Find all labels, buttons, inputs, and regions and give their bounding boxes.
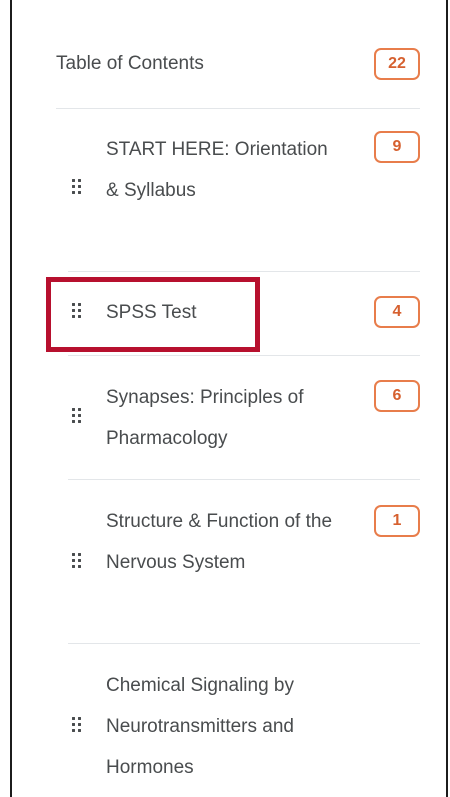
module-label[interactable]: Synapses: Principles of Pharmacology xyxy=(106,377,336,459)
toc-title[interactable]: Table of Contents xyxy=(56,52,204,76)
module-structure-function[interactable]: Structure & Function of the Nervous Syst… xyxy=(68,480,420,644)
module-synapses[interactable]: Synapses: Principles of Pharmacology 6 xyxy=(68,356,420,480)
highlight-annotation xyxy=(46,277,260,352)
module-label[interactable]: Structure & Function of the Nervous Syst… xyxy=(106,501,336,583)
module-count-badge: 6 xyxy=(374,380,420,412)
grip-dots-icon[interactable] xyxy=(72,408,82,426)
grip-dots-icon[interactable] xyxy=(72,179,82,197)
toc-header[interactable]: Table of Contents 22 xyxy=(56,38,420,109)
grip-dots-icon[interactable] xyxy=(72,553,82,571)
toc-count-badge: 22 xyxy=(374,48,420,80)
module-label[interactable]: START HERE: Orientation & Syllabus xyxy=(106,129,336,211)
module-count-badge: 1 xyxy=(374,505,420,537)
module-count-badge: 4 xyxy=(374,296,420,328)
module-chemical-signaling[interactable]: Chemical Signaling by Neurotransmitters … xyxy=(68,644,420,797)
grip-dots-icon[interactable] xyxy=(72,717,82,735)
module-label[interactable]: Chemical Signaling by Neurotransmitters … xyxy=(106,665,336,788)
module-count-badge: 9 xyxy=(374,131,420,163)
module-start-here[interactable]: START HERE: Orientation & Syllabus 9 xyxy=(68,109,420,272)
